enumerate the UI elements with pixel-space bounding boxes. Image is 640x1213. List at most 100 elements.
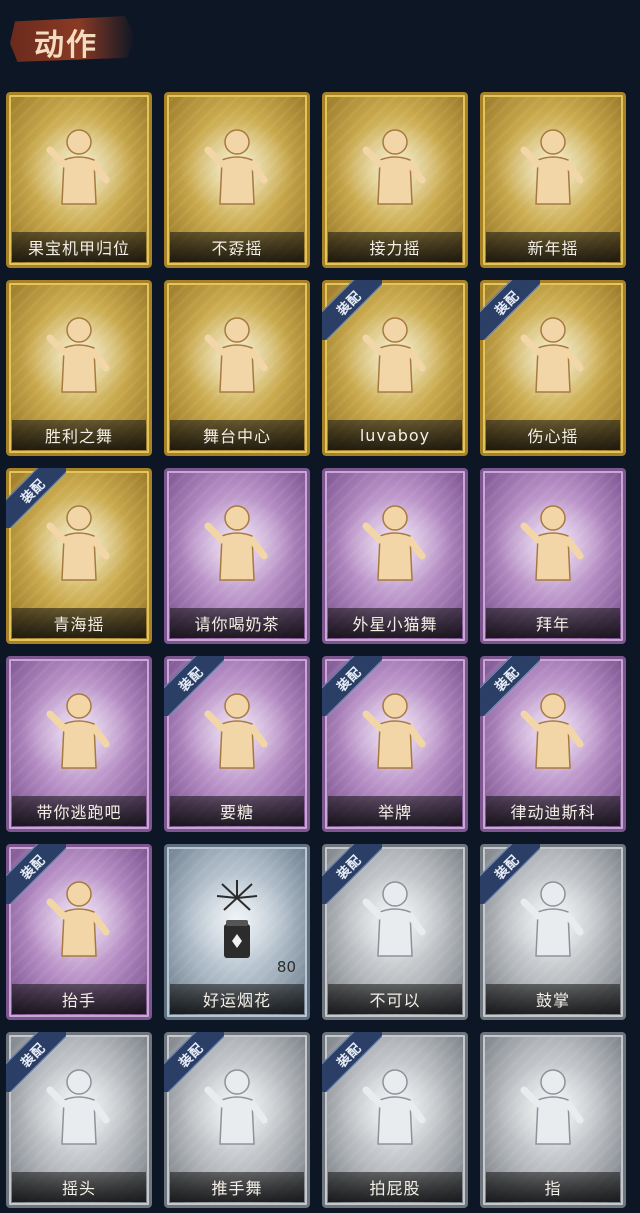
equipped-label: 装配 xyxy=(176,664,207,695)
card-label-bar: 胜利之舞 xyxy=(12,420,146,450)
emote-card[interactable]: 鼓掌 装配 xyxy=(480,844,626,1020)
equipped-ribbon: 装配 xyxy=(164,1032,224,1092)
emote-card[interactable]: 拜年 xyxy=(480,468,626,644)
equipped-badge: 装配 xyxy=(6,844,66,904)
equipped-ribbon: 装配 xyxy=(6,468,66,528)
emote-card[interactable]: 拍屁股 装配 xyxy=(322,1032,468,1208)
equipped-label: 装配 xyxy=(18,476,49,507)
dance-pose-icon xyxy=(44,124,114,212)
card-label-bar: 伤心摇 xyxy=(486,420,620,450)
card-label-bar: 举牌 xyxy=(328,796,462,826)
equipped-ribbon: 装配 xyxy=(322,844,382,904)
card-label-bar: 推手舞 xyxy=(170,1172,304,1202)
card-label-bar: 不孬摇 xyxy=(170,232,304,262)
equipped-label: 装配 xyxy=(492,664,523,695)
card-label: 要糖 xyxy=(219,803,254,822)
emote-card[interactable]: 果宝机甲归位 xyxy=(6,92,152,268)
card-label: 带你逃跑吧 xyxy=(36,803,122,822)
bow-pose-icon xyxy=(518,500,588,588)
card-label: luvaboy xyxy=(359,425,431,445)
card-label-bar: 好运烟花 xyxy=(170,984,304,1014)
card-label-bar: 拜年 xyxy=(486,608,620,638)
equipped-ribbon: 装配 xyxy=(322,656,382,716)
emote-card[interactable]: 举牌 装配 xyxy=(322,656,468,832)
section-header: 动作 xyxy=(10,12,135,64)
card-label: 新年摇 xyxy=(527,239,579,258)
emote-card[interactable]: 律动迪斯科 装配 xyxy=(480,656,626,832)
card-label: 接力摇 xyxy=(369,239,421,258)
sign-pose-icon xyxy=(202,500,272,588)
dance-pose-icon xyxy=(44,312,114,400)
emote-card[interactable]: 舞台中心 xyxy=(164,280,310,456)
equipped-label: 装配 xyxy=(492,852,523,883)
emote-card[interactable]: 外星小猫舞 xyxy=(322,468,468,644)
equipped-badge: 装配 xyxy=(480,656,540,716)
card-label-bar: 请你喝奶茶 xyxy=(170,608,304,638)
card-label: 摇头 xyxy=(61,1179,96,1198)
firework-icon xyxy=(202,876,272,964)
card-label-bar: 接力摇 xyxy=(328,232,462,262)
emote-card[interactable]: 不孬摇 xyxy=(164,92,310,268)
equipped-label: 装配 xyxy=(492,288,523,319)
item-count: 80 xyxy=(276,958,296,976)
point-hand-icon xyxy=(518,1064,588,1152)
card-label-bar: 鼓掌 xyxy=(486,984,620,1014)
card-label: 青海摇 xyxy=(53,615,105,634)
dance-pose-icon xyxy=(360,124,430,212)
emote-card[interactable]: 胜利之舞 xyxy=(6,280,152,456)
equipped-badge: 装配 xyxy=(480,844,540,904)
emote-card[interactable]: 接力摇 xyxy=(322,92,468,268)
dance-pose-icon xyxy=(202,312,272,400)
card-label-bar: 新年摇 xyxy=(486,232,620,262)
emote-card[interactable]: 指 xyxy=(480,1032,626,1208)
equipped-badge: 装配 xyxy=(6,1032,66,1092)
card-label-bar: 不可以 xyxy=(328,984,462,1014)
equipped-label: 装配 xyxy=(18,1040,49,1071)
equipped-ribbon: 装配 xyxy=(480,656,540,716)
equipped-label: 装配 xyxy=(176,1040,207,1071)
emote-card[interactable]: 新年摇 xyxy=(480,92,626,268)
equipped-ribbon: 装配 xyxy=(6,844,66,904)
emote-card[interactable]: 抬手 装配 xyxy=(6,844,152,1020)
equipped-badge: 装配 xyxy=(322,1032,382,1092)
equipped-badge: 装配 xyxy=(322,844,382,904)
emote-card[interactable]: 伤心摇 装配 xyxy=(480,280,626,456)
equipped-badge: 装配 xyxy=(164,1032,224,1092)
emote-card[interactable]: 要糖 装配 xyxy=(164,656,310,832)
emote-card[interactable]: luvaboy 装配 xyxy=(322,280,468,456)
card-label: 拍屁股 xyxy=(369,1179,421,1198)
card-label-bar: luvaboy xyxy=(328,420,462,450)
emote-card[interactable]: 请你喝奶茶 xyxy=(164,468,310,644)
equipped-ribbon: 装配 xyxy=(480,844,540,904)
point-pose-icon xyxy=(44,688,114,776)
card-label: 抬手 xyxy=(61,991,96,1010)
section-title: 动作 xyxy=(34,28,98,63)
card-label-bar: 抬手 xyxy=(12,984,146,1014)
equipped-label: 装配 xyxy=(334,1040,365,1071)
card-label: 律动迪斯科 xyxy=(510,803,596,822)
emote-card[interactable]: 青海摇 装配 xyxy=(6,468,152,644)
equipped-badge: 装配 xyxy=(6,468,66,528)
card-label: 外星小猫舞 xyxy=(352,615,438,634)
dance-pose-icon xyxy=(360,500,430,588)
card-label: 鼓掌 xyxy=(535,991,570,1010)
card-label-bar: 带你逃跑吧 xyxy=(12,796,146,826)
card-label: 舞台中心 xyxy=(202,427,271,446)
emote-card[interactable]: 带你逃跑吧 xyxy=(6,656,152,832)
equipped-badge: 装配 xyxy=(322,656,382,716)
emote-card[interactable]: 80 好运烟花 xyxy=(164,844,310,1020)
card-label: 不孬摇 xyxy=(211,239,263,258)
card-label: 指 xyxy=(544,1179,562,1198)
emote-card[interactable]: 不可以 装配 xyxy=(322,844,468,1020)
card-label-bar: 青海摇 xyxy=(12,608,146,638)
emote-card[interactable]: 摇头 装配 xyxy=(6,1032,152,1208)
card-label: 不可以 xyxy=(369,991,421,1010)
card-label-bar: 外星小猫舞 xyxy=(328,608,462,638)
card-label-bar: 摇头 xyxy=(12,1172,146,1202)
card-label-bar: 拍屁股 xyxy=(328,1172,462,1202)
card-label: 拜年 xyxy=(535,615,570,634)
card-label: 果宝机甲归位 xyxy=(27,239,130,258)
equipped-label: 装配 xyxy=(334,664,365,695)
card-label: 推手舞 xyxy=(211,1179,263,1198)
emote-card[interactable]: 推手舞 装配 xyxy=(164,1032,310,1208)
